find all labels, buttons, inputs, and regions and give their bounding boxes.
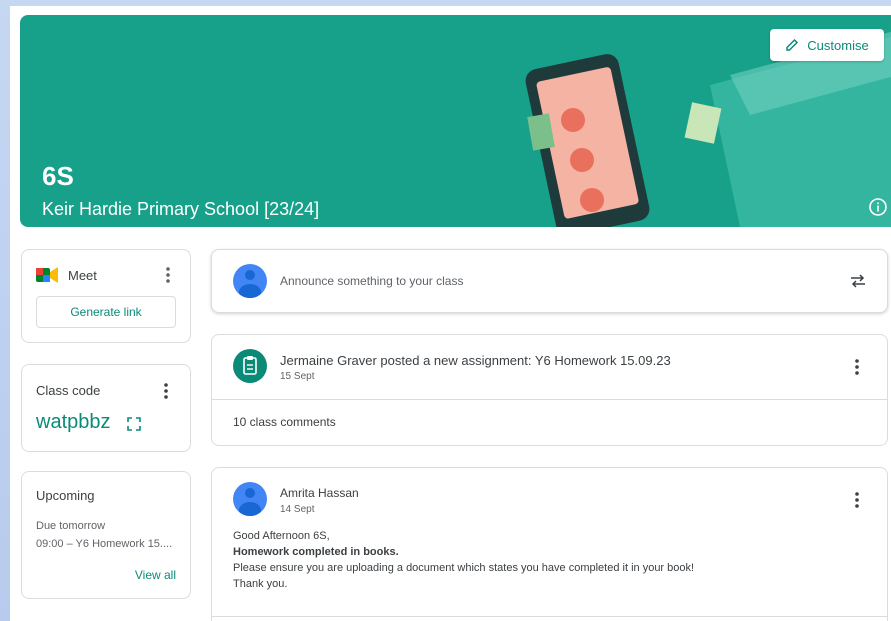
more-vert-icon[interactable] — [156, 381, 176, 401]
contact-avatar-2 — [570, 148, 594, 172]
post-card: Amrita Hassan 14 Sept Good Afternoon 6S,… — [211, 467, 888, 621]
divider — [212, 399, 887, 400]
upcoming-item[interactable]: 09:00 – Y6 Homework 15.... — [36, 538, 172, 550]
pencil-icon — [786, 38, 799, 51]
assignment-date: 15 Sept — [280, 371, 315, 382]
more-vert-icon[interactable] — [847, 490, 867, 510]
class-comments-link[interactable]: 10 class comments — [233, 415, 336, 429]
contact-avatar-3 — [580, 188, 604, 212]
announce-card[interactable]: Announce something to your class — [211, 249, 888, 313]
post-line: Thank you. — [233, 578, 288, 590]
assignment-title[interactable]: Jermaine Graver posted a new assignment:… — [280, 353, 671, 368]
customise-button[interactable]: Customise — [770, 29, 884, 61]
more-vert-icon[interactable] — [847, 357, 867, 377]
meet-card: Meet Generate link — [21, 249, 191, 343]
class-subtitle: Keir Hardie Primary School [23/24] — [42, 199, 320, 219]
announce-input[interactable]: Announce something to your class — [280, 274, 463, 288]
contact-avatar-1 — [561, 108, 585, 132]
assignment-card[interactable]: Jermaine Graver posted a new assignment:… — [211, 334, 888, 446]
avatar — [233, 264, 267, 298]
upcoming-card: Upcoming Due tomorrow 09:00 – Y6 Homewor… — [21, 471, 191, 599]
more-vert-icon[interactable] — [158, 265, 178, 285]
customise-label: Customise — [807, 37, 869, 53]
post-author: Amrita Hassan — [280, 486, 359, 500]
post-line: Please ensure you are uploading a docume… — [233, 562, 695, 574]
class-code-label: Class code — [36, 383, 101, 398]
meet-icon — [36, 267, 58, 283]
stamp-shape-2 — [684, 102, 722, 144]
generate-link-button[interactable]: Generate link — [36, 296, 176, 328]
repost-icon[interactable] — [849, 272, 867, 290]
banner-illustration — [525, 31, 891, 227]
class-code-value: watpbbz — [36, 411, 111, 433]
classroom-page: 6S Keir Hardie Primary School [23/24] Cu… — [10, 6, 891, 621]
upcoming-due: Due tomorrow — [36, 520, 106, 532]
class-code-card: Class code watpbbz — [21, 364, 191, 452]
class-title: 6S — [42, 161, 74, 191]
divider — [212, 616, 887, 617]
post-date: 14 Sept — [280, 504, 315, 515]
info-icon[interactable] — [868, 197, 888, 217]
post-line: Good Afternoon 6S, — [233, 530, 330, 542]
fullscreen-icon[interactable] — [127, 417, 141, 431]
upcoming-title: Upcoming — [36, 488, 95, 503]
assignment-icon — [233, 349, 267, 383]
meet-label: Meet — [68, 268, 97, 283]
avatar — [233, 482, 267, 516]
view-all-link[interactable]: View all — [135, 568, 176, 582]
class-banner: 6S Keir Hardie Primary School [23/24] Cu… — [20, 15, 891, 227]
post-line: Homework completed in books. — [233, 546, 399, 558]
post-body: Good Afternoon 6S, Homework completed in… — [233, 528, 694, 592]
